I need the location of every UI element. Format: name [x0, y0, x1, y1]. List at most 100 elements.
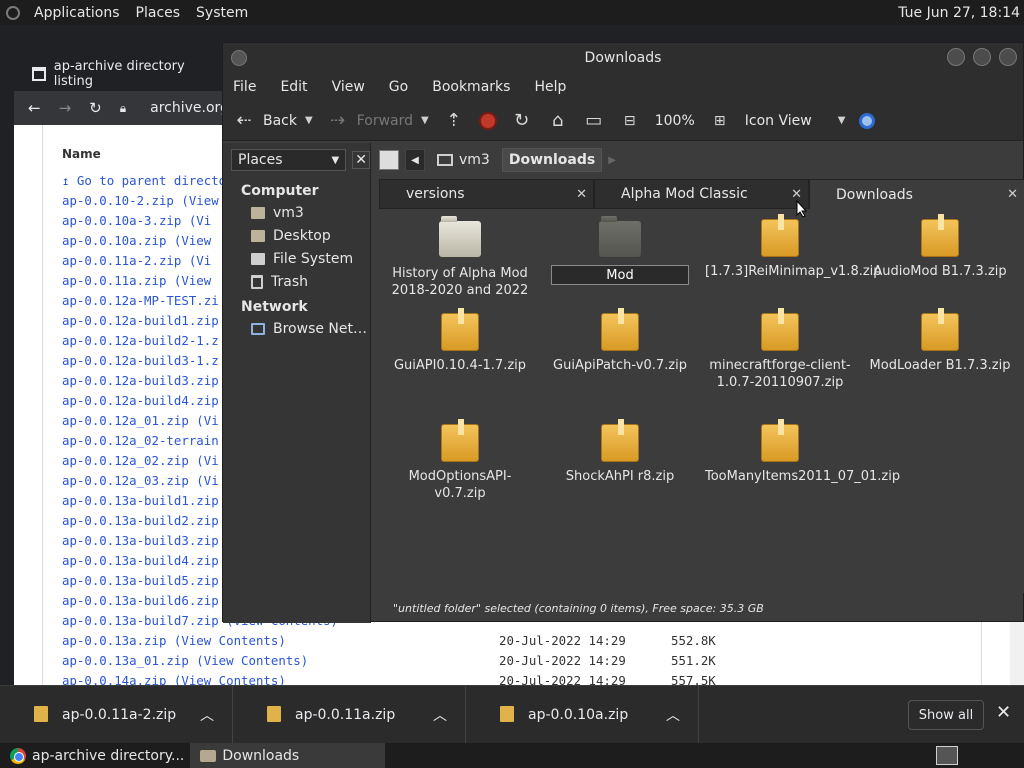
view-contents-link[interactable]: (Vi: [196, 453, 218, 468]
stop-button[interactable]: [478, 111, 497, 130]
reload-icon[interactable]: ↻: [89, 99, 102, 117]
forward-button[interactable]: ⇢ Forward ▼: [327, 110, 429, 132]
file-link[interactable]: ap-0.0.13a.zip (View Contents): [62, 631, 499, 651]
view-contents-link[interactable]: (View Contents): [174, 633, 286, 648]
file-link-text[interactable]: ap-0.0.10a.zip: [62, 233, 166, 248]
file-link-text[interactable]: ap-0.0.13a.zip: [62, 633, 166, 648]
chevron-up-icon[interactable]: ︿: [433, 705, 447, 725]
view-contents-link[interactable]: (Vi: [196, 413, 218, 428]
file-link-text[interactable]: ap-0.0.12a-build4.zip: [62, 393, 219, 408]
file-link-text[interactable]: ap-0.0.13a-build4.zip: [62, 553, 219, 568]
workspace-switcher[interactable]: [936, 746, 958, 765]
view-contents-link[interactable]: (View Contents): [196, 653, 308, 668]
file-link[interactable]: ap-0.0.13a_01.zip (View Contents): [62, 651, 499, 671]
pathbar-left-arrow-icon[interactable]: ◀: [405, 149, 425, 171]
back-button[interactable]: ⇠ Back ▼: [233, 110, 313, 132]
close-tab-icon[interactable]: ✕: [1007, 187, 1018, 202]
sidebar-item-browse-network[interactable]: Browse Net…: [223, 317, 370, 340]
up-button[interactable]: ⇡: [443, 110, 465, 132]
taskbar-item-browser[interactable]: ap-archive directory...: [0, 743, 190, 768]
close-sidebar-icon[interactable]: ✕: [352, 151, 370, 169]
menu-places[interactable]: Places: [128, 5, 189, 21]
view-contents-link[interactable]: (View: [181, 193, 218, 208]
file-link-text[interactable]: ap-0.0.11a-2.zip: [62, 253, 181, 268]
file-link-text[interactable]: ap-0.0.12a-build3-1.z: [62, 353, 219, 368]
file-item[interactable]: History of Alpha Mod 2018-2020 and 2022: [385, 216, 535, 299]
taskbar-item-downloads[interactable]: Downloads: [190, 743, 386, 768]
tab-versions[interactable]: versions ✕: [379, 179, 594, 209]
file-link-text[interactable]: ap-0.0.13a-build7.zip: [62, 613, 219, 628]
file-item[interactable]: ModOptionsAPI-v0.7.zip: [385, 419, 535, 502]
file-item[interactable]: ModLoader B1.7.3.zip: [865, 308, 1015, 374]
path-segment-vm3[interactable]: vm3: [431, 148, 496, 172]
file-link-text[interactable]: ap-0.0.12a-build2-1.z: [62, 333, 219, 348]
tab-downloads[interactable]: Downloads ✕: [809, 179, 1024, 209]
file-link-text[interactable]: ap-0.0.11a.zip: [62, 273, 166, 288]
url-field[interactable]: archive.org: [150, 100, 229, 116]
menu-applications[interactable]: Applications: [26, 5, 128, 21]
column-header-name[interactable]: Name: [62, 147, 101, 161]
path-segment-downloads[interactable]: Downloads: [501, 148, 603, 172]
minimize-icon[interactable]: [947, 48, 965, 66]
forward-history-dropdown-icon[interactable]: ▼: [421, 115, 429, 126]
download-item[interactable]: ap-0.0.11a-2.zip ︿: [0, 685, 233, 744]
file-item-renaming[interactable]: Mod: [545, 216, 695, 285]
file-link-text[interactable]: ap-0.0.13a-build5.zip: [62, 573, 219, 588]
download-item[interactable]: ap-0.0.10a.zip ︿: [466, 685, 699, 744]
back-history-dropdown-icon[interactable]: ▼: [305, 115, 313, 126]
maximize-icon[interactable]: [973, 48, 991, 66]
file-link-text[interactable]: ap-0.0.10a-3.zip: [62, 213, 181, 228]
download-item[interactable]: ap-0.0.11a.zip ︿: [233, 685, 466, 744]
parent-link[interactable]: Go to parent directory: [77, 173, 241, 188]
file-link-text[interactable]: ap-0.0.10-2.zip: [62, 193, 174, 208]
window-menu-icon[interactable]: [231, 50, 247, 66]
view-mode-select[interactable]: Icon View ▼: [745, 113, 846, 129]
menu-go[interactable]: Go: [389, 79, 420, 95]
menu-help[interactable]: Help: [534, 79, 578, 95]
file-link-text[interactable]: ap-0.0.12a-MP-TEST.zi: [62, 293, 219, 308]
location-edit-icon[interactable]: [379, 150, 399, 170]
file-link-text[interactable]: ap-0.0.12a-build3.zip: [62, 373, 219, 388]
sidebar-item-desktop[interactable]: Desktop: [223, 224, 370, 247]
chevron-up-icon[interactable]: ︿: [200, 705, 214, 725]
search-button[interactable]: [859, 112, 876, 129]
distro-logo-icon[interactable]: [0, 0, 26, 25]
file-item[interactable]: TooManyItems2011_07_01.zip: [705, 419, 900, 485]
sidebar-item-vm3[interactable]: vm3: [223, 201, 370, 224]
file-link-text[interactable]: ap-0.0.13a-build2.zip: [62, 513, 219, 528]
file-item[interactable]: minecraftforge-client-1.0.7-20110907.zip: [705, 308, 855, 391]
menu-edit[interactable]: Edit: [280, 79, 319, 95]
file-item[interactable]: [1.7.3]ReiMinimap_v1.8.zip: [705, 214, 882, 280]
zoom-out-button[interactable]: ⊟: [619, 110, 641, 132]
reload-button[interactable]: ↻: [511, 110, 533, 132]
file-link-text[interactable]: ap-0.0.12a_02-terrain: [62, 433, 219, 448]
file-item[interactable]: GuiAPI0.10.4-1.7.zip: [385, 308, 535, 374]
file-link-text[interactable]: ap-0.0.12a_01.zip: [62, 413, 189, 428]
close-icon[interactable]: [999, 48, 1017, 66]
zoom-in-button[interactable]: ⊞: [709, 110, 731, 132]
close-icon[interactable]: ✕: [996, 702, 1011, 723]
view-contents-link[interactable]: (View: [174, 233, 211, 248]
file-link-text[interactable]: ap-0.0.13a-build3.zip: [62, 533, 219, 548]
forward-arrow-icon[interactable]: →: [59, 99, 72, 117]
sidebar-item-file-system[interactable]: File System: [223, 247, 370, 270]
view-contents-link[interactable]: (View: [174, 273, 211, 288]
menu-view[interactable]: View: [332, 79, 377, 95]
view-contents-link[interactable]: (Vi: [189, 213, 211, 228]
home-button[interactable]: ⌂: [547, 110, 569, 132]
file-link-text[interactable]: ap-0.0.13a_01.zip: [62, 653, 189, 668]
close-tab-icon[interactable]: ✕: [576, 187, 587, 202]
clock[interactable]: Tue Jun 27, 18:14: [898, 5, 1024, 21]
menu-bookmarks[interactable]: Bookmarks: [432, 79, 522, 95]
menu-file[interactable]: File: [233, 79, 268, 95]
window-titlebar[interactable]: Downloads: [223, 43, 1023, 73]
view-contents-link[interactable]: (Vi: [189, 253, 211, 268]
show-all-button[interactable]: Show all: [908, 700, 984, 730]
file-link-text[interactable]: ap-0.0.12a_03.zip: [62, 473, 189, 488]
rename-input[interactable]: Mod: [551, 265, 689, 285]
file-item[interactable]: GuiApiPatch-v0.7.zip: [545, 308, 695, 374]
file-item[interactable]: AudioMod B1.7.3.zip: [865, 214, 1015, 280]
tab-alpha-mod-classic[interactable]: Alpha Mod Classic ✕: [594, 179, 809, 209]
lock-icon[interactable]: 🔒︎: [120, 101, 126, 116]
computer-button[interactable]: ▭: [583, 110, 605, 132]
